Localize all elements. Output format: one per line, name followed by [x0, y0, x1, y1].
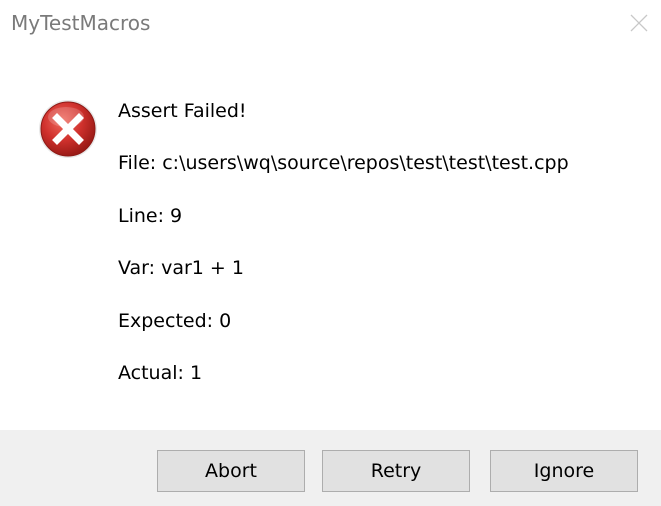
close-icon — [630, 14, 648, 32]
line-number-line: Line: 9 — [118, 205, 183, 227]
ignore-button[interactable]: Ignore — [490, 450, 638, 492]
close-button[interactable] — [615, 0, 661, 46]
assert-heading: Assert Failed! — [118, 100, 247, 122]
title-bar[interactable]: MyTestMacros — [0, 0, 661, 46]
expected-line: Expected: 0 — [118, 310, 232, 332]
error-icon — [36, 97, 100, 161]
var-line: Var: var1 + 1 — [118, 257, 244, 279]
file-path-line: File: c:\users\wq\source\repos\test\test… — [118, 152, 569, 174]
button-bar: Abort Retry Ignore — [0, 430, 661, 506]
window-title: MyTestMacros — [11, 11, 151, 35]
actual-line: Actual: 1 — [118, 362, 203, 384]
abort-button[interactable]: Abort — [157, 450, 305, 492]
message-box-dialog: MyTestMacros Assert Failed! File: c:\use… — [0, 0, 661, 506]
retry-button[interactable]: Retry — [322, 450, 470, 492]
